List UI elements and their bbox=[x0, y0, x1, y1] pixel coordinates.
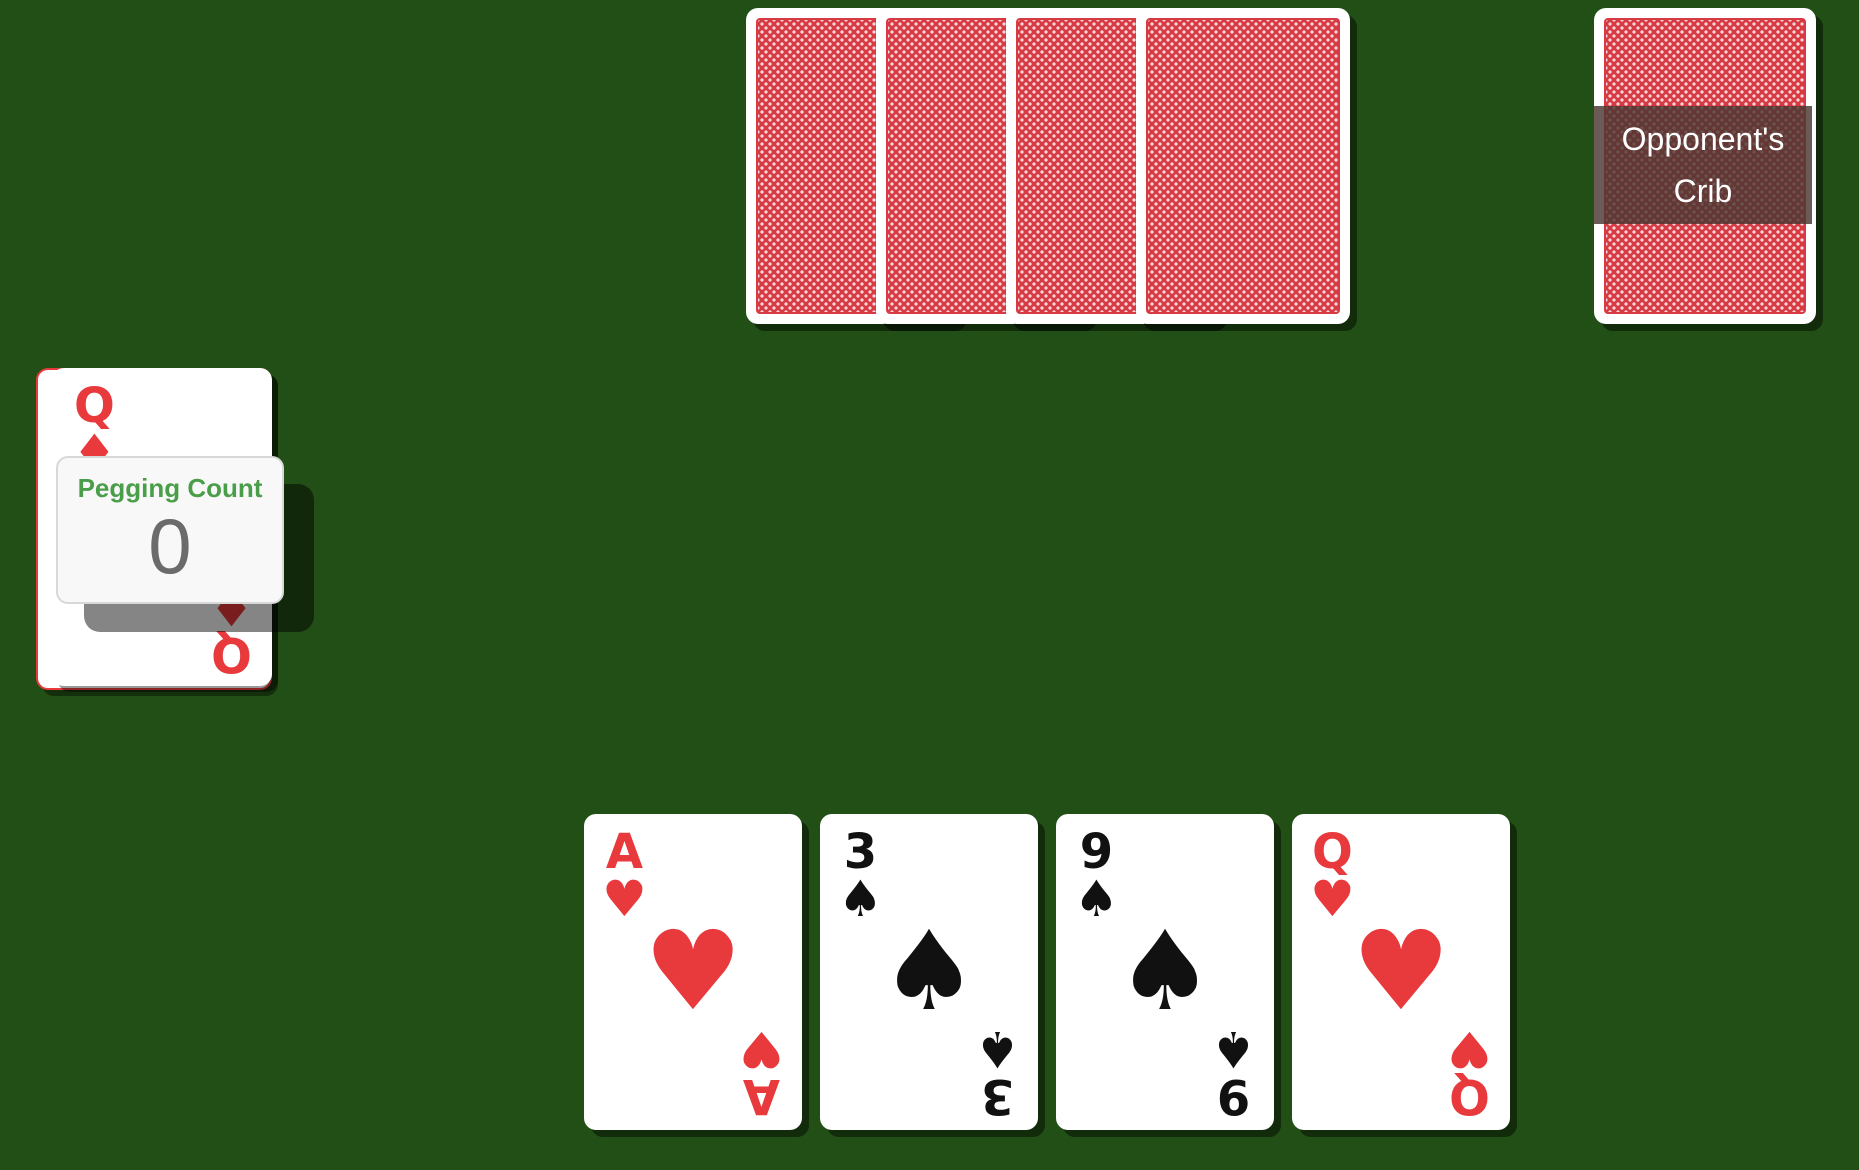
card-rank: Q bbox=[74, 378, 115, 434]
spade-suit-icon: ♠ bbox=[975, 1020, 1020, 1078]
card-corner-bottom: 9 ♠ bbox=[1211, 1020, 1256, 1124]
crib-label-line1: Opponent's bbox=[1621, 121, 1785, 157]
card-rank: 9 bbox=[1216, 1068, 1251, 1124]
crib-label: Opponent's Crib bbox=[1594, 106, 1812, 224]
heart-suit-icon: ♥ bbox=[739, 1020, 784, 1078]
card-rank: Q bbox=[1312, 824, 1353, 880]
spade-suit-icon: ♠ bbox=[1115, 907, 1215, 1035]
player-card-nine-spades[interactable]: 9 ♠ ♠ 9 ♠ bbox=[1056, 814, 1274, 1130]
heart-suit-icon: ♥ bbox=[1351, 907, 1451, 1035]
game-table: Opponent's Crib Q ♦ Q ♦ Pegging Count 0 … bbox=[0, 0, 1859, 1170]
card-rank: Q bbox=[1449, 1068, 1490, 1124]
card-rank: 3 bbox=[843, 824, 878, 880]
card-corner-bottom: A ♥ bbox=[739, 1020, 784, 1124]
card-corner-top: Q ♥ bbox=[1310, 828, 1355, 924]
opponent-card bbox=[1136, 8, 1350, 324]
spade-suit-icon: ♠ bbox=[879, 907, 979, 1035]
card-rank: A bbox=[605, 824, 643, 880]
card-rank: 3 bbox=[980, 1068, 1015, 1124]
card-corner-bottom: Q ♥ bbox=[1447, 1020, 1492, 1124]
card-corner-top: 9 ♠ bbox=[1074, 828, 1119, 924]
heart-suit-icon: ♥ bbox=[1447, 1020, 1492, 1078]
heart-suit-icon: ♥ bbox=[643, 907, 743, 1035]
pegging-count-panel: Pegging Count 0 bbox=[56, 456, 284, 604]
pegging-count-value: 0 bbox=[148, 502, 192, 590]
pegging-count-title: Pegging Count bbox=[77, 473, 263, 503]
crib-label-line2: Crib bbox=[1673, 173, 1733, 209]
player-card-three-spades[interactable]: 3 ♠ ♠ 3 ♠ bbox=[820, 814, 1038, 1130]
card-corner-top: A ♥ bbox=[602, 828, 647, 924]
spade-suit-icon: ♠ bbox=[1211, 1020, 1256, 1078]
card-rank: Q bbox=[211, 626, 252, 682]
card-corner-top: 3 ♠ bbox=[838, 828, 883, 924]
card-rank: 9 bbox=[1079, 824, 1114, 880]
card-corner-bottom: 3 ♠ bbox=[975, 1020, 1020, 1124]
card-rank: A bbox=[743, 1068, 781, 1124]
player-card-ace-hearts[interactable]: A ♥ ♥ A ♥ bbox=[584, 814, 802, 1130]
player-card-queen-hearts[interactable]: Q ♥ ♥ Q ♥ bbox=[1292, 814, 1510, 1130]
